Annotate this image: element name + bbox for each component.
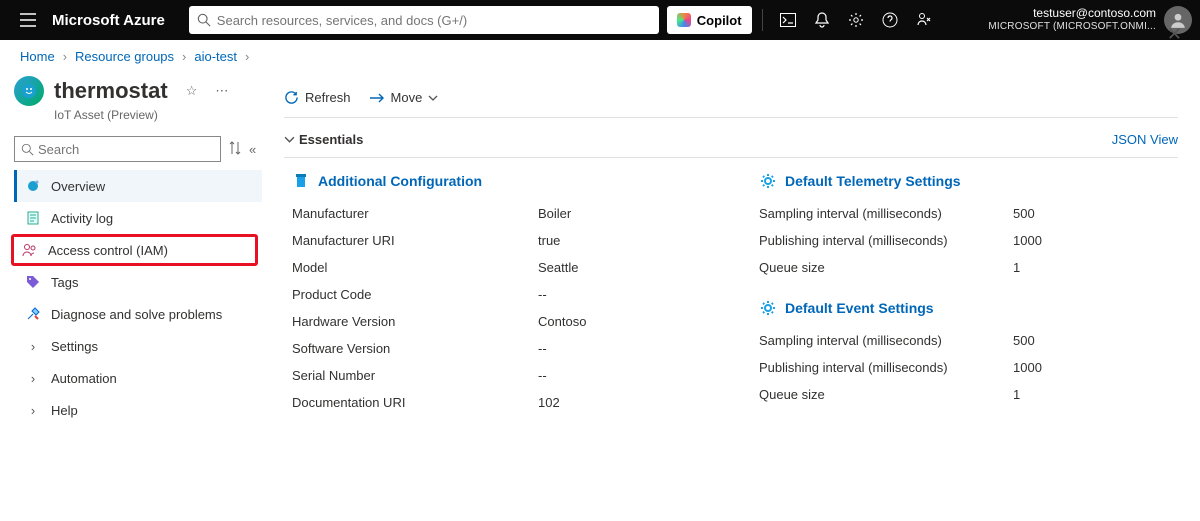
- section-event: Default Event Settings: [759, 299, 1178, 317]
- top-icons: [771, 0, 941, 40]
- people-icon: [22, 243, 38, 257]
- copilot-button[interactable]: Copilot: [667, 6, 752, 34]
- section-title: Additional Configuration: [318, 173, 482, 189]
- menu-search[interactable]: [14, 136, 221, 162]
- account-tenant: MICROSOFT (MICROSOFT.ONMI...: [988, 21, 1156, 33]
- arrow-right-icon: [369, 92, 385, 104]
- left-column: thermostat ☆ ⋯ IoT Asset (Preview) « Ove…: [0, 72, 262, 521]
- help-icon[interactable]: [873, 0, 907, 40]
- sidebar-item-label: Overview: [51, 179, 105, 194]
- close-icon[interactable]: ✕: [1167, 24, 1182, 45]
- resource-menu: Overview Activity log Access control (IA…: [14, 170, 262, 426]
- kv-row: Documentation URI102: [292, 389, 711, 416]
- sidebar-item-label: Tags: [51, 275, 78, 290]
- topbar: Microsoft Azure Copilot testuser@contoso…: [0, 0, 1200, 40]
- log-icon: [25, 211, 41, 225]
- global-search-input[interactable]: [217, 13, 651, 28]
- tag-icon: [25, 275, 41, 289]
- sidebar-item-activity-log[interactable]: Activity log: [14, 202, 262, 234]
- hamburger-icon[interactable]: [8, 13, 48, 27]
- pin-star-icon[interactable]: ☆: [186, 83, 198, 99]
- sidebar-item-overview[interactable]: Overview: [14, 170, 262, 202]
- copilot-label: Copilot: [697, 13, 742, 28]
- refresh-button[interactable]: Refresh: [284, 90, 351, 105]
- section-additional-config: Additional Configuration: [292, 172, 711, 190]
- sidebar-item-access-control[interactable]: Access control (IAM): [11, 234, 258, 266]
- essentials-label: Essentials: [299, 132, 363, 147]
- collapse-icon[interactable]: «: [249, 142, 256, 157]
- resource-subtitle: IoT Asset (Preview): [54, 108, 262, 122]
- sidebar-item-label: Activity log: [51, 211, 113, 226]
- resource-type-icon: [14, 76, 44, 106]
- section-title: Default Telemetry Settings: [785, 173, 961, 189]
- sidebar-item-automation[interactable]: › Automation: [14, 362, 262, 394]
- crumb-aio-test[interactable]: aio-test: [194, 49, 237, 64]
- section-telemetry: Default Telemetry Settings: [759, 172, 1178, 190]
- kv-row: ModelSeattle: [292, 254, 711, 281]
- copilot-icon: [677, 13, 691, 27]
- notifications-icon[interactable]: [805, 0, 839, 40]
- chevron-down-icon: [284, 136, 295, 143]
- divider: [762, 9, 763, 31]
- crumb-resource-groups[interactable]: Resource groups: [75, 49, 174, 64]
- cloudshell-icon[interactable]: [771, 0, 805, 40]
- kv-row: Queue size1: [759, 254, 1178, 281]
- essentials-col-right: Default Telemetry Settings Sampling inte…: [759, 172, 1178, 416]
- sidebar-item-help[interactable]: › Help: [14, 394, 262, 426]
- global-search[interactable]: [189, 6, 659, 34]
- search-icon: [197, 13, 211, 27]
- crumb-home[interactable]: Home: [20, 49, 55, 64]
- command-bar: Refresh Move: [284, 78, 1178, 118]
- brand-label: Microsoft Azure: [52, 12, 165, 29]
- more-icon[interactable]: ⋯: [215, 83, 229, 99]
- move-label: Move: [391, 90, 423, 105]
- sidebar-item-tags[interactable]: Tags: [14, 266, 262, 298]
- chevron-right-icon: ›: [25, 339, 41, 354]
- refresh-icon: [284, 90, 299, 105]
- kv-row: Sampling interval (milliseconds)500: [759, 200, 1178, 227]
- gear-icon: [759, 172, 777, 190]
- json-view-link[interactable]: JSON View: [1112, 132, 1178, 147]
- sidebar-item-label: Automation: [51, 371, 117, 386]
- kv-row: Serial Number--: [292, 362, 711, 389]
- kv-row: Product Code--: [292, 281, 711, 308]
- gear-icon: [759, 299, 777, 317]
- essentials-header[interactable]: Essentials JSON View: [284, 122, 1178, 158]
- chevron-right-icon: ›: [25, 403, 41, 418]
- config-icon: [292, 172, 310, 190]
- kv-row: Sampling interval (milliseconds)500: [759, 327, 1178, 354]
- search-icon: [21, 143, 34, 156]
- refresh-label: Refresh: [305, 90, 351, 105]
- sort-icon[interactable]: [229, 141, 241, 158]
- sidebar-item-label: Diagnose and solve problems: [51, 307, 222, 322]
- sidebar-item-label: Access control (IAM): [48, 243, 168, 258]
- kv-row: Publishing interval (milliseconds)1000: [759, 227, 1178, 254]
- kv-row: Publishing interval (milliseconds)1000: [759, 354, 1178, 381]
- feedback-icon[interactable]: [907, 0, 941, 40]
- section-title: Default Event Settings: [785, 300, 934, 316]
- account-block[interactable]: testuser@contoso.com MICROSOFT (MICROSOF…: [988, 7, 1164, 32]
- sidebar-item-label: Settings: [51, 339, 98, 354]
- settings-icon[interactable]: [839, 0, 873, 40]
- move-button[interactable]: Move: [369, 90, 439, 105]
- account-email: testuser@contoso.com: [988, 7, 1156, 21]
- main-pane: ✕ Refresh Move Essentials JSON View Addi…: [262, 72, 1200, 521]
- sparkle-icon: [25, 179, 41, 193]
- chevron-right-icon: ›: [25, 371, 41, 386]
- kv-row: Software Version--: [292, 335, 711, 362]
- kv-row: Manufacturer URItrue: [292, 227, 711, 254]
- sidebar-item-settings[interactable]: › Settings: [14, 330, 262, 362]
- kv-row: Queue size1: [759, 381, 1178, 408]
- sidebar-item-diagnose[interactable]: Diagnose and solve problems: [14, 298, 262, 330]
- essentials-col-left: Additional Configuration ManufacturerBoi…: [292, 172, 711, 416]
- sidebar-item-label: Help: [51, 403, 78, 418]
- breadcrumb: Home› Resource groups› aio-test›: [0, 40, 1200, 72]
- page-title: thermostat: [54, 78, 168, 104]
- kv-row: ManufacturerBoiler: [292, 200, 711, 227]
- essentials-body: Additional Configuration ManufacturerBoi…: [284, 158, 1178, 416]
- chevron-down-icon: [428, 95, 438, 101]
- menu-search-input[interactable]: [38, 142, 214, 157]
- tools-icon: [25, 307, 41, 321]
- kv-row: Hardware VersionContoso: [292, 308, 711, 335]
